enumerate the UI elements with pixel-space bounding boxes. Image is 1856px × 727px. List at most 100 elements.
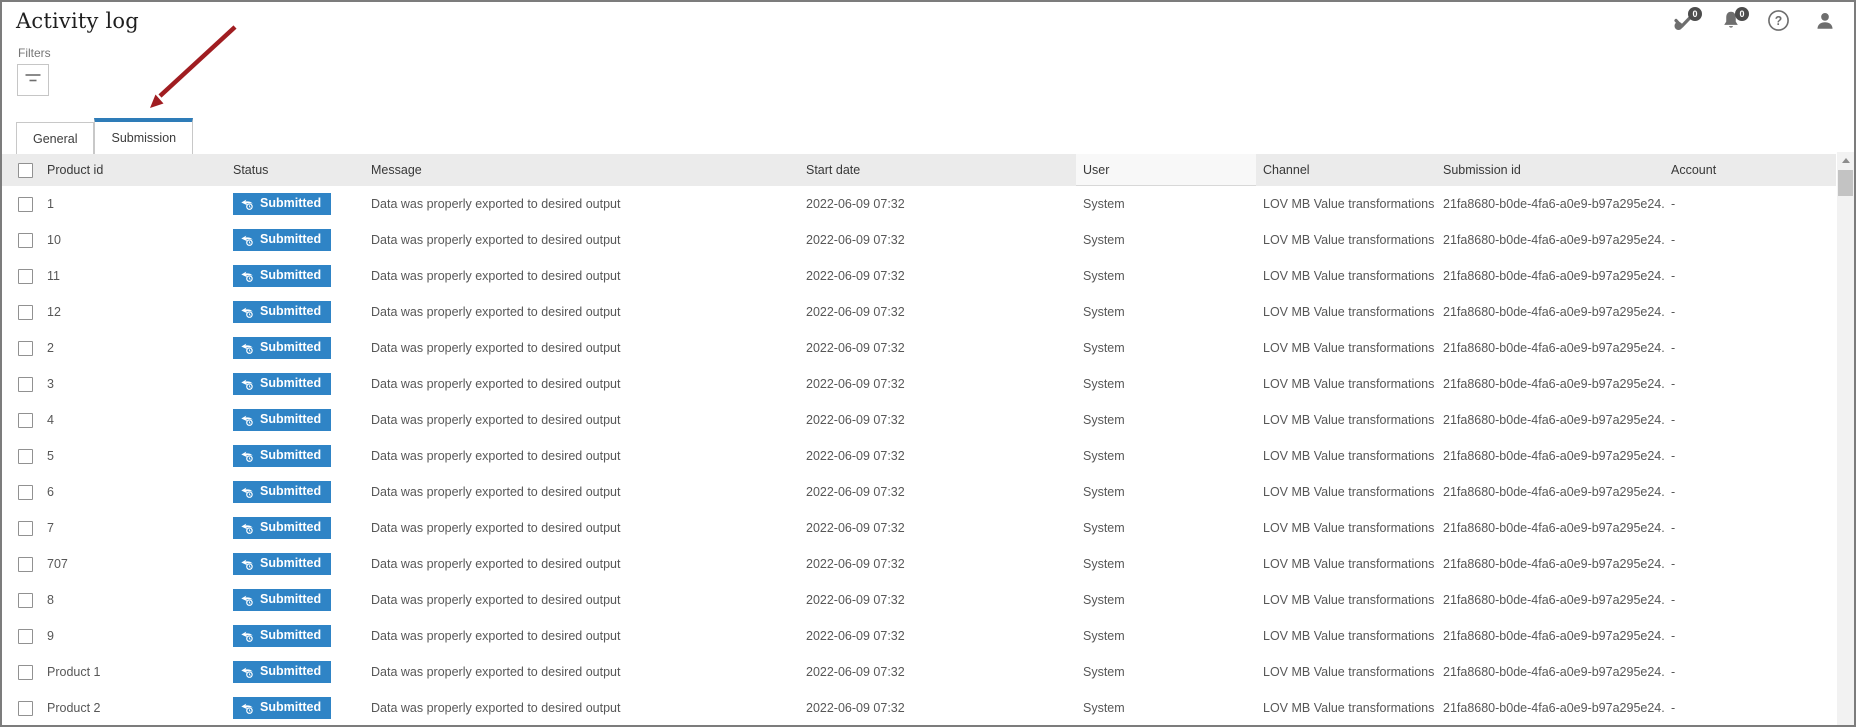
table-row: 12SubmittedData was properly exported to… xyxy=(2,294,1836,330)
status-label: Submitted xyxy=(260,340,321,355)
tasks-button[interactable]: 0 xyxy=(1671,10,1697,36)
cell-user: System xyxy=(1076,665,1256,679)
cell-submission-id: 21fa8680-b0de-4fa6-a0e9-b97a295e24... xyxy=(1436,665,1664,679)
column-header-start-date[interactable]: Start date xyxy=(799,163,1076,177)
cell-user: System xyxy=(1076,593,1256,607)
status-badge: Submitted xyxy=(233,661,331,683)
filter-button[interactable] xyxy=(17,64,49,96)
column-header-account[interactable]: Account xyxy=(1664,163,1836,177)
cell-start-date: 2022-06-09 07:32 xyxy=(799,377,1076,391)
cell-account: - xyxy=(1664,269,1836,283)
column-header-submission-id[interactable]: Submission id xyxy=(1436,163,1664,177)
row-checkbox[interactable] xyxy=(18,665,33,680)
cell-status: Submitted xyxy=(226,265,364,287)
row-checkbox[interactable] xyxy=(18,521,33,536)
cell-account: - xyxy=(1664,377,1836,391)
cell-status: Submitted xyxy=(226,409,364,431)
cell-submission-id: 21fa8680-b0de-4fa6-a0e9-b97a295e24... xyxy=(1436,197,1664,211)
row-checkbox[interactable] xyxy=(18,377,33,392)
submitted-send-clock-icon xyxy=(240,413,254,427)
cell-user: System xyxy=(1076,377,1256,391)
submitted-send-clock-icon xyxy=(240,305,254,319)
column-header-product-id[interactable]: Product id xyxy=(40,163,226,177)
cell-message: Data was properly exported to desired ou… xyxy=(364,665,799,679)
cell-user: System xyxy=(1076,341,1256,355)
status-label: Submitted xyxy=(260,664,321,679)
row-checkbox[interactable] xyxy=(18,197,33,212)
select-all-checkbox[interactable] xyxy=(18,163,33,178)
cell-product-id: 5 xyxy=(40,449,226,463)
scrollbar-up-button[interactable] xyxy=(1837,152,1854,169)
row-checkbox[interactable] xyxy=(18,593,33,608)
column-header-status[interactable]: Status xyxy=(226,163,364,177)
cell-start-date: 2022-06-09 07:32 xyxy=(799,701,1076,715)
cell-channel: LOV MB Value transformations ... xyxy=(1256,593,1436,607)
status-label: Submitted xyxy=(260,304,321,319)
table-row: 3SubmittedData was properly exported to … xyxy=(2,366,1836,402)
cell-product-id: 4 xyxy=(40,413,226,427)
cell-start-date: 2022-06-09 07:32 xyxy=(799,233,1076,247)
column-header-channel[interactable]: Channel xyxy=(1256,163,1436,177)
row-checkbox[interactable] xyxy=(18,305,33,320)
cell-account: - xyxy=(1664,341,1836,355)
table-row: 1 Submitted Data was properly exported to … xyxy=(2,186,1836,222)
cell-submission-id: 21fa8680-b0de-4fa6-a0e9-b97a295e24... xyxy=(1436,305,1664,319)
row-checkbox[interactable] xyxy=(18,485,33,500)
account-button[interactable] xyxy=(1812,10,1838,36)
status-badge: Submitted xyxy=(233,445,331,467)
cell-submission-id: 21fa8680-b0de-4fa6-a0e9-b97a295e24... xyxy=(1436,269,1664,283)
table-row: 9SubmittedData was properly exported to … xyxy=(2,618,1836,654)
cell-product-id: 1 xyxy=(40,197,226,211)
activity-log-screen: Activity log 0 0 xyxy=(0,0,1856,727)
vertical-scrollbar[interactable] xyxy=(1837,152,1854,727)
status-badge: Submitted xyxy=(233,481,331,503)
cell-account: - xyxy=(1664,557,1836,571)
row-checkbox[interactable] xyxy=(18,413,33,428)
account-person-icon xyxy=(1814,10,1836,37)
status-badge: Submitted xyxy=(233,373,331,395)
row-checkbox[interactable] xyxy=(18,233,33,248)
table-row: 4SubmittedData was properly exported to … xyxy=(2,402,1836,438)
status-label: Submitted xyxy=(260,520,321,535)
status-badge: Submitted xyxy=(233,301,331,323)
cell-status: Submitted xyxy=(226,301,364,323)
row-checkbox[interactable] xyxy=(18,629,33,644)
status-badge: Submitted xyxy=(233,193,331,215)
table-row: Product 1SubmittedData was properly expo… xyxy=(2,654,1836,690)
row-checkbox-cell xyxy=(2,593,40,608)
row-checkbox[interactable] xyxy=(18,557,33,572)
cell-status: Submitted xyxy=(226,373,364,395)
cell-channel: LOV MB Value transformations ... xyxy=(1256,233,1436,247)
cell-channel: LOV MB Value transformations ... xyxy=(1256,269,1436,283)
cell-user: System xyxy=(1076,485,1256,499)
table-row: 707SubmittedData was properly exported t… xyxy=(2,546,1836,582)
column-header-message[interactable]: Message xyxy=(364,163,799,177)
scrollbar-thumb[interactable] xyxy=(1838,170,1853,196)
row-checkbox[interactable] xyxy=(18,701,33,716)
row-checkbox-cell xyxy=(2,413,40,428)
cell-message: Data was properly exported to desired ou… xyxy=(364,449,799,463)
cell-product-id: 11 xyxy=(40,269,226,283)
status-label: Submitted xyxy=(260,232,321,247)
tab-submission[interactable]: Submission xyxy=(94,118,193,154)
cell-start-date: 2022-06-09 07:32 xyxy=(799,413,1076,427)
cell-submission-id: 21fa8680-b0de-4fa6-a0e9-b97a295e24... xyxy=(1436,521,1664,535)
row-checkbox[interactable] xyxy=(18,269,33,284)
notifications-button[interactable]: 0 xyxy=(1718,10,1744,36)
cell-status: Submitted xyxy=(226,193,364,215)
cell-account: - xyxy=(1664,593,1836,607)
row-checkbox[interactable] xyxy=(18,341,33,356)
help-button[interactable]: ? xyxy=(1765,10,1791,36)
submitted-send-clock-icon xyxy=(240,593,254,607)
column-header-user[interactable]: User xyxy=(1076,154,1256,186)
cell-start-date: 2022-06-09 07:32 xyxy=(799,269,1076,283)
tab-general[interactable]: General xyxy=(16,122,94,154)
cell-message: Data was properly exported to desired ou… xyxy=(364,197,799,211)
cell-user: System xyxy=(1076,269,1256,283)
row-checkbox[interactable] xyxy=(18,449,33,464)
cell-message: Data was properly exported to desired ou… xyxy=(364,701,799,715)
table-row: 8SubmittedData was properly exported to … xyxy=(2,582,1836,618)
cell-message: Data was properly exported to desired ou… xyxy=(364,377,799,391)
row-checkbox-cell xyxy=(2,377,40,392)
submitted-send-clock-icon xyxy=(240,521,254,535)
